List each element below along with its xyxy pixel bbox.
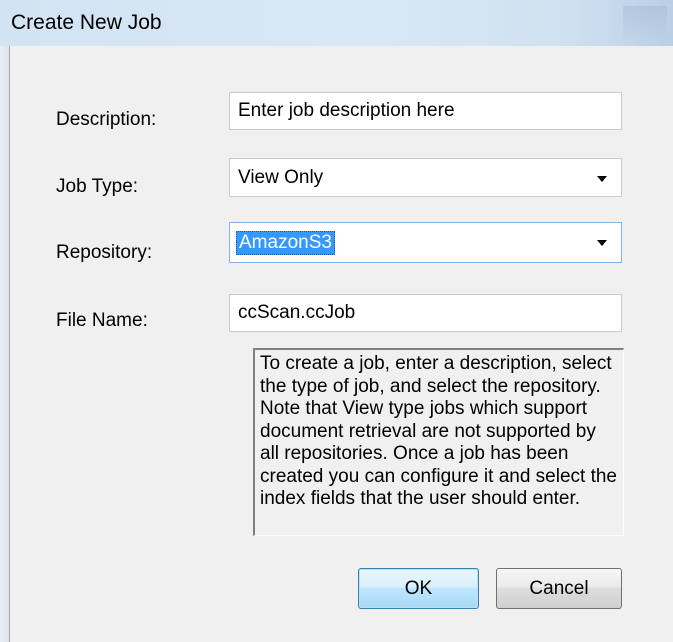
job-type-select[interactable]: View Only — [229, 158, 622, 197]
repository-value: AmazonS3 — [236, 231, 335, 255]
help-text: To create a job, enter a description, se… — [260, 353, 618, 509]
title-bar[interactable]: Create New Job — [0, 0, 673, 46]
repository-select[interactable]: AmazonS3 — [229, 222, 622, 263]
repository-label: Repository: — [56, 242, 153, 263]
chevron-down-icon[interactable] — [597, 176, 607, 182]
description-label: Description: — [56, 109, 157, 130]
file-name-label: File Name: — [56, 310, 148, 331]
chevron-down-icon[interactable] — [597, 240, 607, 246]
file-name-field[interactable] — [229, 294, 622, 332]
file-name-input[interactable] — [238, 302, 621, 324]
window-edge — [0, 46, 9, 642]
job-type-label: Job Type: — [56, 176, 139, 197]
description-field[interactable] — [229, 92, 622, 130]
description-input[interactable] — [238, 100, 621, 122]
background-window-fragment — [623, 6, 667, 40]
job-type-value: View Only — [238, 167, 324, 188]
help-text-box: To create a job, enter a description, se… — [253, 348, 624, 536]
window-title: Create New Job — [11, 11, 162, 34]
ok-button[interactable]: OK — [358, 568, 479, 609]
create-job-dialog — [9, 46, 673, 642]
cancel-button[interactable]: Cancel — [496, 568, 622, 609]
